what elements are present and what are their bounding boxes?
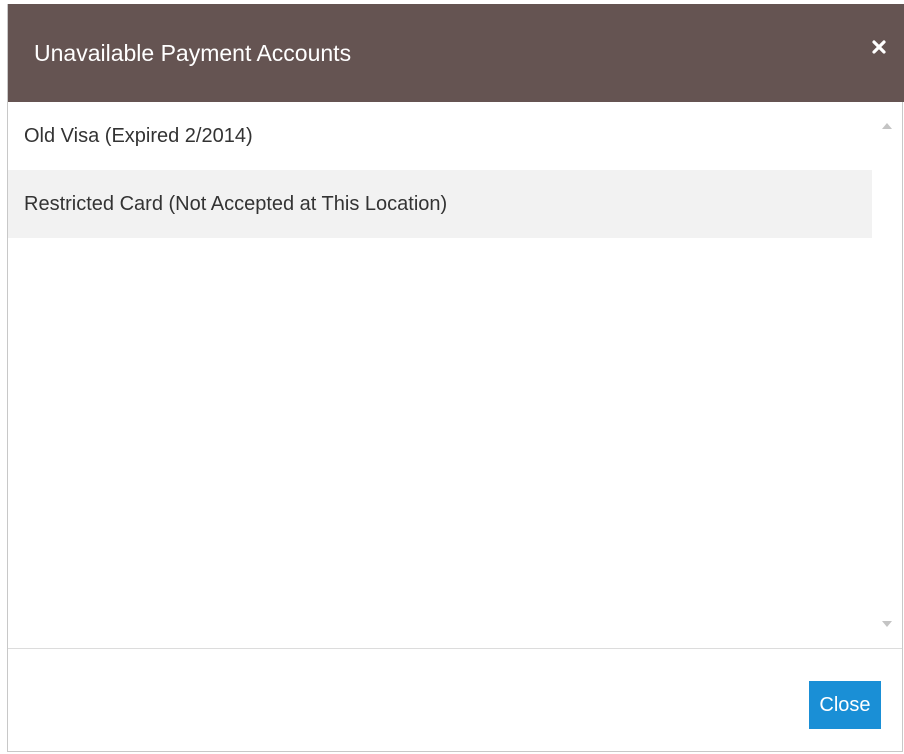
list-item[interactable]: Old Visa (Expired 2/2014) xyxy=(8,102,872,170)
triangle-down-icon[interactable] xyxy=(872,612,902,636)
list-item-label: Old Visa (Expired 2/2014) xyxy=(24,124,253,147)
accounts-list-panel: Old Visa (Expired 2/2014) Restricted Car… xyxy=(8,102,902,648)
close-button[interactable]: Close xyxy=(809,681,881,729)
unavailable-accounts-dialog: Unavailable Payment Accounts Old Visa (E… xyxy=(7,4,904,752)
dialog-footer: Close xyxy=(8,648,902,752)
accounts-list: Old Visa (Expired 2/2014) Restricted Car… xyxy=(8,102,872,238)
scroll-down-glyph xyxy=(882,621,892,627)
dialog-title: Unavailable Payment Accounts xyxy=(34,40,352,66)
triangle-up-icon[interactable] xyxy=(872,114,902,138)
list-item[interactable]: Restricted Card (Not Accepted at This Lo… xyxy=(8,170,872,238)
close-icon[interactable] xyxy=(866,34,892,60)
list-item-label: Restricted Card (Not Accepted at This Lo… xyxy=(24,192,448,215)
dialog-header: Unavailable Payment Accounts xyxy=(8,4,904,102)
close-icon-glyph xyxy=(872,40,886,54)
vertical-scrollbar[interactable] xyxy=(872,102,902,648)
scroll-up-glyph xyxy=(882,123,892,129)
